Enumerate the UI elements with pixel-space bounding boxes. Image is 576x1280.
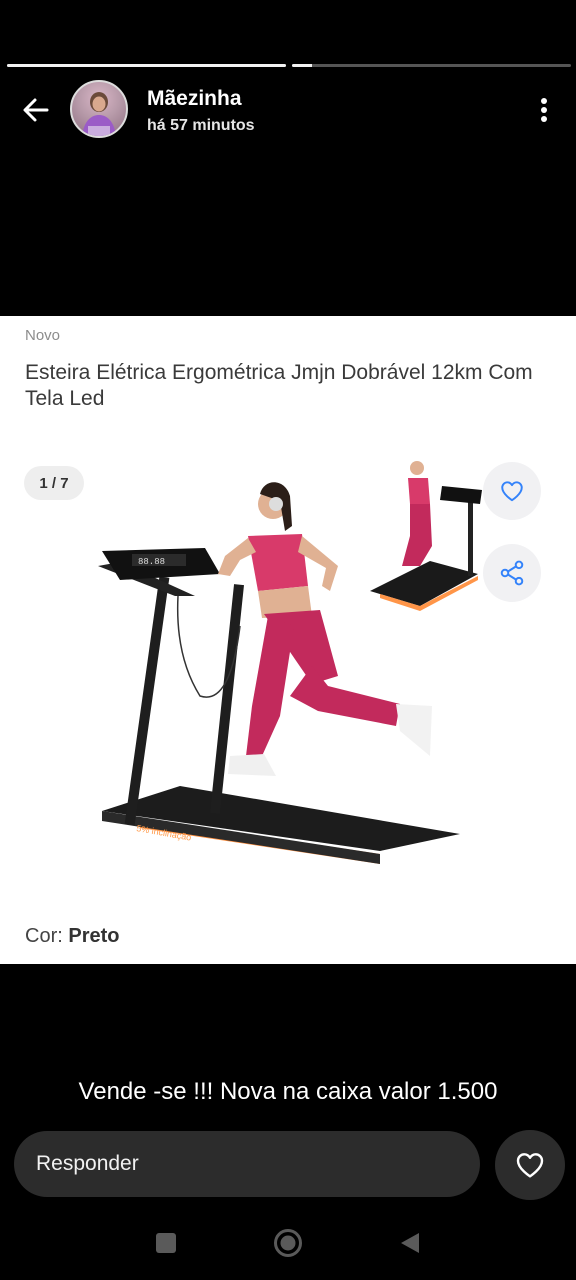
story-caption: Vende -se !!! Nova na caixa valor 1.500: [78, 1078, 498, 1105]
avatar[interactable]: [70, 80, 128, 138]
story-progress-segment: [7, 64, 286, 67]
heart-outline-icon: [501, 481, 523, 502]
system-navigation-bar: [0, 1205, 576, 1280]
heart-outline-icon: [516, 1153, 544, 1178]
story-progress: [7, 64, 571, 68]
system-back-button[interactable]: [394, 1227, 426, 1259]
story-timestamp: há 57 minutos: [147, 117, 255, 134]
product-variation: Cor: Preto: [25, 925, 119, 948]
more-options-button[interactable]: [532, 94, 556, 126]
more-vertical-icon: [541, 98, 547, 104]
back-button[interactable]: [18, 92, 54, 128]
like-button[interactable]: [495, 1130, 565, 1200]
triangle-back-icon: [401, 1233, 419, 1253]
story-header: Mãezinha há 57 minutos: [0, 78, 576, 142]
arrow-left-icon: [23, 98, 49, 122]
reply-input[interactable]: Responder: [14, 1131, 480, 1197]
product-card[interactable]: Novo Esteira Elétrica Ergométrica Jmjn D…: [0, 316, 576, 964]
product-condition: Novo: [25, 327, 61, 344]
circle-icon: [274, 1229, 302, 1257]
home-button[interactable]: [272, 1227, 304, 1259]
variation-value: Preto: [68, 925, 120, 947]
image-counter: 1 / 7: [24, 466, 84, 500]
product-title: Esteira Elétrica Ergométrica Jmjn Dobráv…: [25, 361, 533, 410]
recent-apps-button[interactable]: [150, 1227, 182, 1259]
treadmill-image: 5% inclinação 88.88: [98, 461, 482, 864]
reply-placeholder: Responder: [36, 1152, 139, 1175]
share-icon: [500, 560, 524, 586]
favorite-button[interactable]: [483, 462, 541, 520]
square-icon: [156, 1233, 176, 1253]
share-button[interactable]: [483, 544, 541, 602]
story-progress-segment: [292, 64, 571, 67]
user-name[interactable]: Mãezinha: [147, 87, 242, 111]
variation-label: Cor:: [25, 925, 63, 947]
svg-text:88.88: 88.88: [138, 557, 165, 567]
